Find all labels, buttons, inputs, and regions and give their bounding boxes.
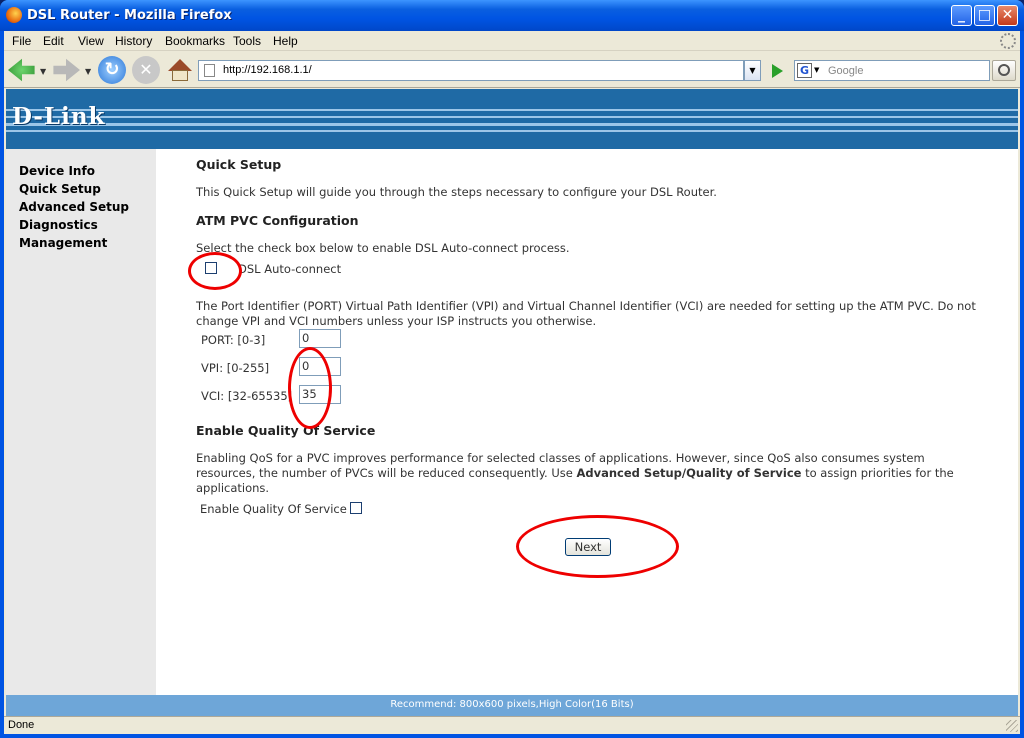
home-icon[interactable] bbox=[166, 56, 194, 84]
dlink-banner: D-Link bbox=[6, 89, 1018, 149]
firefox-icon bbox=[6, 7, 22, 23]
sidebar-item-quick-setup[interactable]: Quick Setup bbox=[19, 182, 101, 196]
banner-stripe bbox=[6, 109, 1018, 111]
qos-note: Enabling QoS for a PVC improves performa… bbox=[196, 451, 986, 496]
sidebar-item-advanced-setup[interactable]: Advanced Setup bbox=[19, 200, 129, 214]
sidebar-item-management[interactable]: Management bbox=[19, 236, 107, 250]
back-icon[interactable] bbox=[8, 58, 35, 82]
dlink-logo: D-Link bbox=[12, 103, 106, 130]
maximize-button[interactable]: □ bbox=[974, 5, 995, 26]
search-placeholder: Google bbox=[828, 65, 864, 77]
annotation-circle-autoconnect bbox=[188, 252, 242, 290]
atm-heading: ATM PVC Configuration bbox=[196, 213, 359, 228]
sidebar-item-device-info[interactable]: Device Info bbox=[19, 164, 95, 178]
autoconnect-instruction: Select the check box below to enable DSL… bbox=[196, 241, 570, 255]
recommend-bar: Recommend: 800x600 pixels,High Color(16 … bbox=[6, 695, 1018, 716]
menu-tools[interactable]: Tools bbox=[233, 34, 261, 48]
status-bar: Done bbox=[4, 716, 1020, 734]
pvc-note: The Port Identifier (PORT) Virtual Path … bbox=[196, 299, 976, 328]
page-title: Quick Setup bbox=[196, 157, 282, 172]
menu-view[interactable]: View bbox=[78, 34, 104, 48]
page-content: D-Link Device Info Quick Setup Advanced … bbox=[6, 89, 1018, 716]
browser-chrome: File Edit View History Bookmarks Tools H… bbox=[4, 31, 1020, 734]
back-dropdown-icon[interactable]: ▼ bbox=[40, 67, 46, 76]
port-label: PORT: [0-3] bbox=[201, 333, 266, 347]
autoconnect-label: DSL Auto-connect bbox=[238, 262, 342, 276]
intro-text: This Quick Setup will guide you through … bbox=[196, 185, 717, 199]
sidebar-item-diagnostics[interactable]: Diagnostics bbox=[19, 218, 98, 232]
url-bar[interactable]: http://192.168.1.1/ bbox=[198, 60, 744, 81]
vci-label: VCI: [32-65535] bbox=[201, 389, 293, 403]
banner-stripe bbox=[6, 130, 1018, 132]
resize-grip-icon[interactable] bbox=[1006, 720, 1018, 732]
menu-edit[interactable]: Edit bbox=[43, 34, 64, 48]
banner-stripe bbox=[6, 116, 1018, 118]
status-text: Done bbox=[8, 719, 35, 731]
menu-bar: File Edit View History Bookmarks Tools H… bbox=[4, 31, 1020, 51]
title-bar[interactable]: DSL Router - Mozilla Firefox _ □ ✕ bbox=[0, 0, 1024, 31]
qos-heading: Enable Quality Of Service bbox=[196, 423, 376, 438]
menu-file[interactable]: File bbox=[12, 34, 31, 48]
go-icon[interactable] bbox=[768, 60, 788, 81]
window-title: DSL Router - Mozilla Firefox bbox=[27, 8, 232, 23]
minimize-button[interactable]: _ bbox=[951, 5, 972, 26]
close-button[interactable]: ✕ bbox=[997, 5, 1018, 26]
menu-bookmarks[interactable]: Bookmarks bbox=[165, 34, 225, 48]
search-icon[interactable] bbox=[992, 60, 1016, 81]
menu-history[interactable]: History bbox=[115, 34, 152, 48]
annotation-circle-vpi-vci bbox=[288, 347, 332, 429]
vpi-label: VPI: [0-255] bbox=[201, 361, 270, 375]
sidebar: Device Info Quick Setup Advanced Setup D… bbox=[6, 149, 156, 695]
url-dropdown-icon[interactable]: ▼ bbox=[744, 60, 761, 81]
search-input[interactable]: G ▼ Google bbox=[794, 60, 990, 81]
forward-dropdown-icon[interactable]: ▼ bbox=[85, 67, 91, 76]
engine-dropdown-icon[interactable]: ▼ bbox=[814, 66, 819, 74]
throbber-icon bbox=[1000, 33, 1016, 49]
banner-stripe bbox=[6, 123, 1018, 126]
page-icon bbox=[204, 64, 215, 77]
url-text: http://192.168.1.1/ bbox=[223, 64, 312, 76]
menu-help[interactable]: Help bbox=[273, 34, 298, 48]
qos-note-link-text: Advanced Setup/Quality of Service bbox=[576, 466, 802, 480]
annotation-circle-next bbox=[516, 515, 679, 578]
qos-label: Enable Quality Of Service bbox=[200, 502, 347, 516]
reload-icon[interactable]: ↻ bbox=[98, 56, 126, 84]
port-input[interactable]: 0 bbox=[299, 329, 341, 348]
qos-checkbox[interactable] bbox=[350, 502, 362, 514]
browser-window: DSL Router - Mozilla Firefox _ □ ✕ File … bbox=[0, 0, 1024, 738]
navigation-toolbar: ▼ ▼ ↻ ✕ http://192.168.1.1/ ▼ G ▼ Google bbox=[4, 52, 1020, 88]
forward-icon[interactable] bbox=[53, 58, 80, 82]
stop-icon[interactable]: ✕ bbox=[132, 56, 160, 84]
google-engine-icon[interactable]: G bbox=[797, 63, 812, 78]
